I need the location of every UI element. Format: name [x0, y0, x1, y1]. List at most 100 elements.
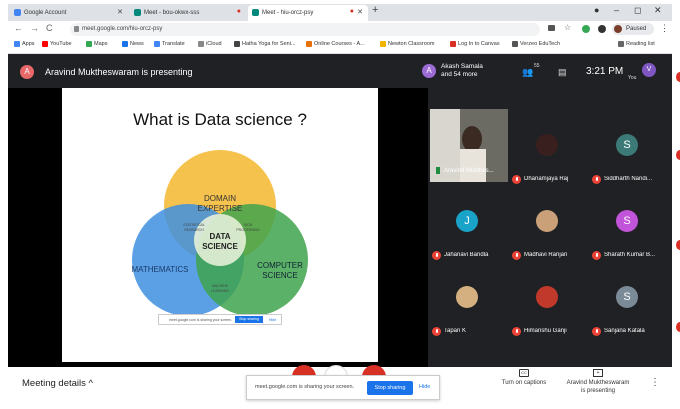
star-icon[interactable]: ☆	[564, 23, 572, 32]
minimize-button[interactable]: –	[614, 5, 619, 15]
mic-off-icon	[512, 251, 521, 260]
reload-icon[interactable]: C	[46, 23, 53, 33]
bookmark-apps[interactable]: Apps	[14, 41, 35, 47]
avatar: S	[616, 210, 638, 232]
speaking-icon	[436, 167, 440, 174]
presenter-label: Aravind Muktheswaram is presenting	[45, 67, 193, 77]
bookmark-maps[interactable]: Maps	[86, 41, 107, 47]
news-icon	[122, 41, 128, 47]
tile-name: Jahanavi Bandla	[444, 252, 489, 258]
back-icon[interactable]: ←	[14, 23, 23, 33]
people-icon[interactable]: 👥	[522, 67, 533, 78]
bookmark-newton[interactable]: Newton Classroom	[380, 41, 434, 47]
tile-name: Dhanamjaya Raj	[524, 176, 569, 182]
tile-name: Aravind Mukthes...	[444, 168, 494, 174]
present-icon: +	[593, 369, 603, 377]
menu-icon[interactable]: ⋮	[660, 23, 669, 34]
cs-label-line1: COMPUTER	[257, 261, 303, 270]
you-label: You	[628, 75, 637, 81]
data-processing-line1: DATA	[244, 223, 253, 227]
avatar	[614, 25, 622, 33]
avatar: V	[642, 63, 656, 77]
camera-icon[interactable]	[548, 25, 555, 31]
mathematics-label: MATHEMATICS	[131, 265, 188, 274]
domain-label-line1: DOMAIN	[204, 194, 236, 203]
tab-search-icon[interactable]: ●	[594, 5, 599, 15]
address-toolbar: ← → C meet.google.com/hiu-orcz-psy ☆ Pau…	[8, 21, 672, 38]
tab-label: Meet - bou-okwx-sss	[144, 10, 200, 16]
forward-icon[interactable]: →	[30, 23, 39, 33]
side-marker	[676, 150, 680, 160]
close-tab-icon[interactable]: ✕	[357, 8, 363, 16]
video-tile[interactable]: S Sharath Kumar B...	[588, 196, 666, 268]
avatar	[536, 286, 558, 308]
avatar	[456, 286, 478, 308]
machine-learning-line2: LEARNING	[211, 289, 229, 293]
close-tab-icon[interactable]: ✕	[117, 8, 123, 16]
bookmark-canvas[interactable]: Log In to Canvas	[450, 41, 500, 47]
captions-button[interactable]: CC Turn on captions	[496, 369, 552, 386]
page-icon	[512, 41, 518, 47]
more-options-icon[interactable]: ⋮	[650, 377, 660, 388]
meet-top-right: A Akash Samala and 54 more 👥 55 ▤ 3:21 P…	[418, 54, 672, 100]
page-icon	[450, 41, 456, 47]
presenting-button[interactable]: + Aravind Muktheswaram is presenting	[560, 369, 636, 395]
mini-hide-link: Hide	[269, 318, 277, 322]
page-icon	[234, 41, 240, 47]
extension-icon[interactable]	[582, 25, 590, 33]
statistical-research-line1: STATISTICAL	[183, 223, 205, 227]
bookmark-youtube[interactable]: YouTube	[42, 41, 72, 47]
meet-window: A Aravind Muktheswaram is presenting Wha…	[8, 54, 672, 367]
mini-share-banner: meet.google.com is sharing your screen. …	[158, 314, 282, 325]
tile-name: Sanjana Katala	[604, 328, 645, 334]
tab-google-account[interactable]: Google Account ✕	[10, 5, 128, 21]
video-tile[interactable]: S Sanjana Katala	[588, 272, 666, 344]
video-tile[interactable]: S Siddharth Nandi...	[588, 120, 666, 192]
tab-meet-2[interactable]: Meet - hiu-orcz-psy ● ✕	[248, 5, 368, 21]
tile-name: Himanshu Ganji	[524, 328, 567, 334]
video-tile-presenter[interactable]: Aravind Mukthes...	[430, 109, 508, 182]
url-text: meet.google.com/hiu-orcz-psy	[82, 26, 163, 32]
share-text: meet.google.com is sharing your screen.	[255, 384, 355, 390]
chevron-up-icon: ^	[88, 378, 94, 389]
bookmark-translate[interactable]: Translate	[154, 41, 185, 47]
video-tile[interactable]: Tapan K	[428, 272, 506, 344]
presentation-stage: What is Data science ? DOMAIN EXPERTISE …	[8, 88, 428, 367]
tile-name: Madhavi Ranjan	[524, 252, 568, 258]
video-tile[interactable]: Madhavi Ranjan	[508, 196, 586, 268]
video-tile[interactable]: J Jahanavi Bandla	[428, 196, 506, 268]
participant-count: 55	[534, 63, 540, 69]
self-view[interactable]: V You	[628, 63, 658, 81]
statistical-research-line2: RESEARCH	[184, 228, 204, 232]
page-icon	[380, 41, 386, 47]
tile-name: Siddharth Nandi...	[604, 176, 653, 182]
bookmark-icloud[interactable]: iCloud	[198, 41, 222, 47]
bookmark-verzeo[interactable]: Verzeo EduTech	[512, 41, 560, 47]
close-window-button[interactable]: ✕	[654, 5, 662, 16]
maximize-button[interactable]: ◻	[634, 5, 641, 16]
bookmark-online-courses[interactable]: Online Courses - A...	[306, 41, 365, 47]
new-tab-button[interactable]: +	[372, 4, 378, 16]
chat-icon[interactable]: ▤	[558, 67, 567, 78]
address-bar[interactable]: meet.google.com/hiu-orcz-psy	[70, 23, 540, 36]
mic-off-icon	[592, 327, 601, 336]
bookmark-news[interactable]: News	[122, 41, 144, 47]
apps-icon	[14, 41, 20, 47]
meeting-details-button[interactable]: Meeting details ^	[22, 378, 93, 389]
stop-sharing-button[interactable]: Stop sharing	[367, 381, 413, 395]
bookmark-yoga[interactable]: Hatha Yoga for Seni...	[234, 41, 296, 47]
mic-off-icon	[512, 175, 521, 184]
extension-icon[interactable]	[598, 25, 606, 33]
reading-list[interactable]: Reading list	[618, 41, 655, 47]
video-tile[interactable]: Himanshu Ganji	[508, 272, 586, 344]
tab-meet-1[interactable]: Meet - bou-okwx-sss ●	[130, 5, 246, 21]
profile-button[interactable]: Paused	[612, 23, 654, 35]
side-marker	[676, 72, 680, 82]
tile-name: Sharath Kumar B...	[604, 252, 656, 258]
browser-tab-strip: Google Account ✕ Meet - bou-okwx-sss ● M…	[8, 4, 672, 21]
avatar: A	[20, 65, 34, 79]
data-science-line1: DATA	[209, 232, 230, 241]
video-tile[interactable]: Dhanamjaya Raj	[508, 120, 586, 192]
avatar: J	[456, 210, 478, 232]
hide-button[interactable]: Hide	[419, 384, 430, 390]
